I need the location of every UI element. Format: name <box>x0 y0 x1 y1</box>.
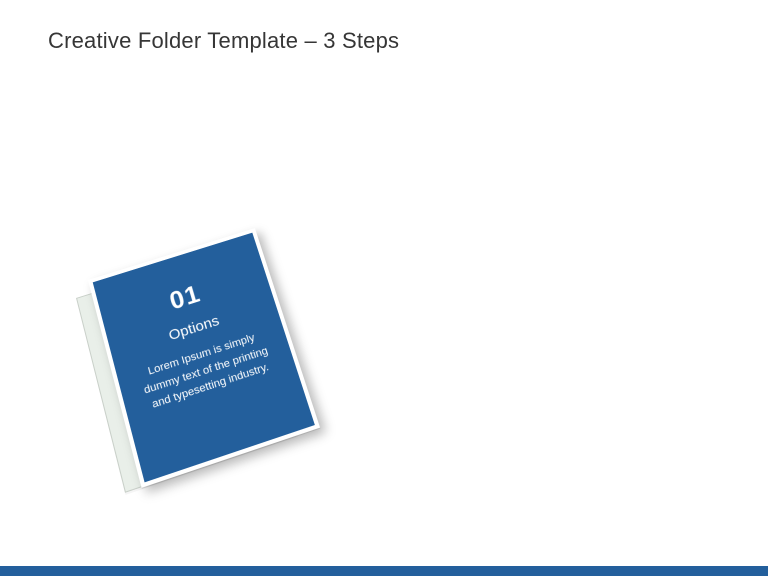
slide-title: Creative Folder Template – 3 Steps <box>48 28 399 54</box>
card-number: 01 <box>166 279 204 316</box>
folder-card: 01 Options Lorem Ipsum is simply dummy t… <box>58 250 308 530</box>
card-body-text: Lorem Ipsum is simply dummy text of the … <box>132 326 280 417</box>
card-subtitle: Options <box>167 313 221 345</box>
bottom-accent-bar <box>0 566 768 576</box>
